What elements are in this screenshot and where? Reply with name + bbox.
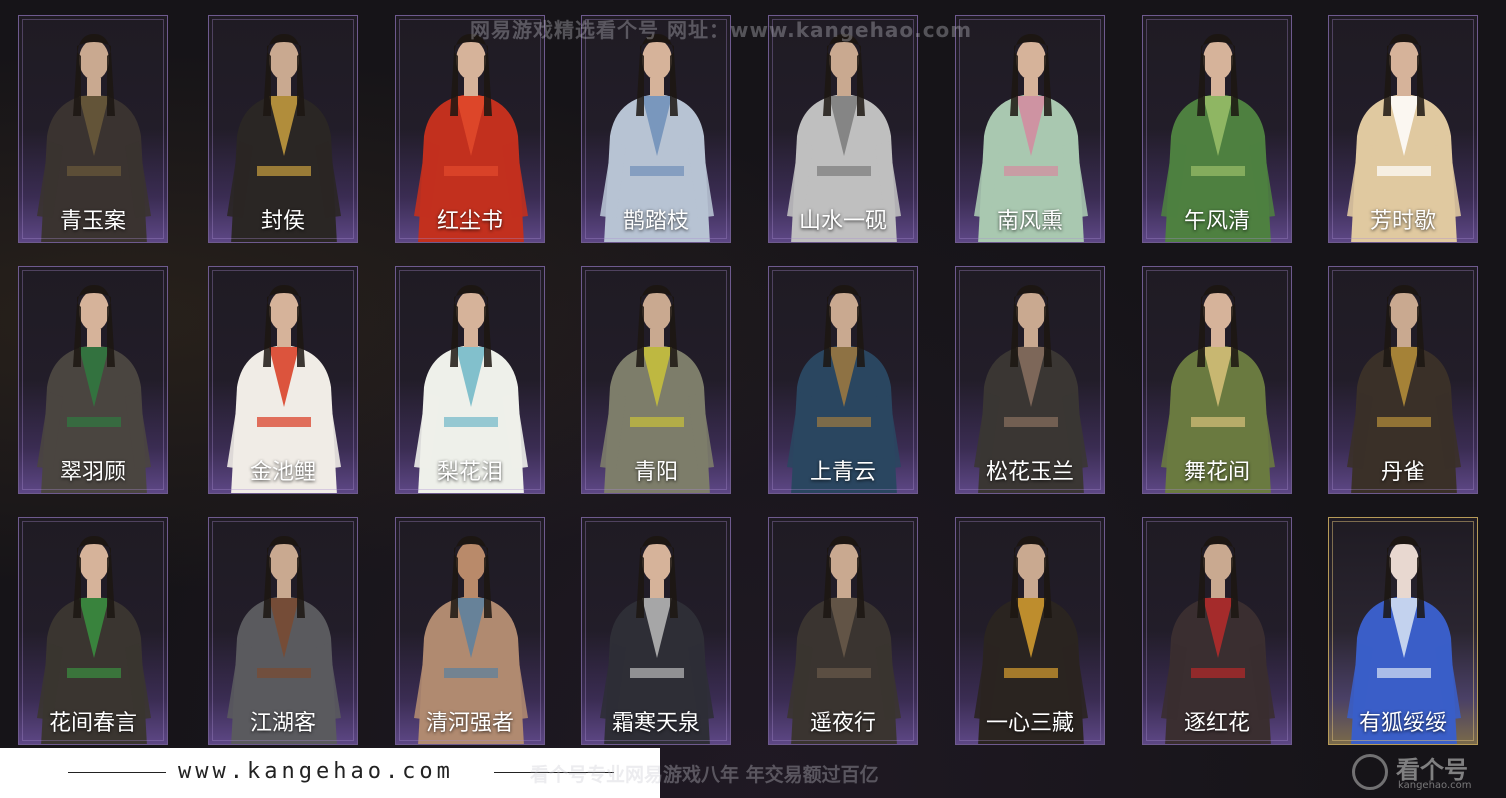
outfit-card[interactable]: 逐红花 (1142, 517, 1292, 745)
outfit-card[interactable]: 翠羽顾 (18, 266, 168, 494)
outfit-grid: 青玉案 封侯 红尘书 鹊踏枝 山水一砚 南风熏 午风清 芳时歇 翠羽顾 金池鲤 … (0, 0, 1506, 798)
outfit-name: 霜寒天泉 (611, 711, 700, 736)
outfit-name: 花间春言 (48, 711, 137, 736)
outfit-name: 上青云 (809, 460, 876, 485)
outfit-card[interactable]: 上青云 (768, 266, 918, 494)
outfit-card[interactable]: 南风熏 (955, 15, 1105, 243)
outfit-name: 舞花间 (1183, 460, 1250, 485)
outfit-card[interactable]: 霜寒天泉 (581, 517, 731, 745)
logo-eye-icon (1352, 754, 1388, 790)
outfit-card[interactable]: 江湖客 (208, 517, 358, 745)
outfit-name: 一心三藏 (985, 711, 1074, 736)
outfit-name: 有狐绥绥 (1358, 711, 1447, 736)
outfit-name: 山水一砚 (798, 209, 887, 234)
outfit-card[interactable]: 丹雀 (1328, 266, 1478, 494)
footer-line-left (68, 772, 166, 773)
outfit-card[interactable]: 红尘书 (395, 15, 545, 243)
outfit-name: 江湖客 (249, 711, 316, 736)
outfit-card[interactable]: 松花玉兰 (955, 266, 1105, 494)
outfit-name: 青玉案 (59, 209, 126, 234)
outfit-card[interactable]: 遥夜行 (768, 517, 918, 745)
watermark-top: 网易游戏精选看个号 网址：www.kangehao.com (470, 18, 973, 42)
outfit-card[interactable]: 芳时歇 (1328, 15, 1478, 243)
outfit-card[interactable]: 一心三藏 (955, 517, 1105, 745)
outfit-name: 松花玉兰 (985, 460, 1074, 485)
outfit-name: 南风熏 (996, 209, 1063, 234)
outfit-name: 清河强者 (425, 711, 514, 736)
outfit-name: 封侯 (260, 209, 305, 234)
outfit-name: 丹雀 (1380, 460, 1425, 485)
outfit-card[interactable]: 鹊踏枝 (581, 15, 731, 243)
outfit-card[interactable]: 清河强者 (395, 517, 545, 745)
outfit-card[interactable]: 山水一砚 (768, 15, 918, 243)
outfit-name: 鹊踏枝 (622, 209, 689, 234)
outfit-card[interactable]: 午风清 (1142, 15, 1292, 243)
outfit-name: 午风清 (1183, 209, 1250, 234)
outfit-name: 青阳 (633, 460, 678, 485)
outfit-name: 红尘书 (436, 209, 503, 234)
outfit-card[interactable]: 梨花泪 (395, 266, 545, 494)
outfit-card[interactable]: 青阳 (581, 266, 731, 494)
outfit-card[interactable]: 金池鲤 (208, 266, 358, 494)
outfit-name: 逐红花 (1183, 711, 1250, 736)
footer-slogan: 看个号专业网易游戏八年 年交易额过百亿 (530, 764, 879, 786)
outfit-card[interactable]: 青玉案 (18, 15, 168, 243)
brand-logo: 看个号 kangehao.com (1340, 748, 1506, 798)
outfit-card[interactable]: 舞花间 (1142, 266, 1292, 494)
outfit-name: 遥夜行 (809, 711, 876, 736)
outfit-card[interactable]: 封侯 (208, 15, 358, 243)
footer-site-text: www.kangehao.com (178, 759, 454, 784)
outfit-name: 金池鲤 (249, 460, 316, 485)
outfit-card[interactable]: 有狐绥绥 (1328, 517, 1478, 745)
logo-subtext: kangehao.com (1398, 780, 1472, 791)
outfit-name: 芳时歇 (1369, 209, 1436, 234)
outfit-card[interactable]: 花间春言 (18, 517, 168, 745)
outfit-name: 翠羽顾 (59, 460, 126, 485)
outfit-name: 梨花泪 (436, 460, 503, 485)
